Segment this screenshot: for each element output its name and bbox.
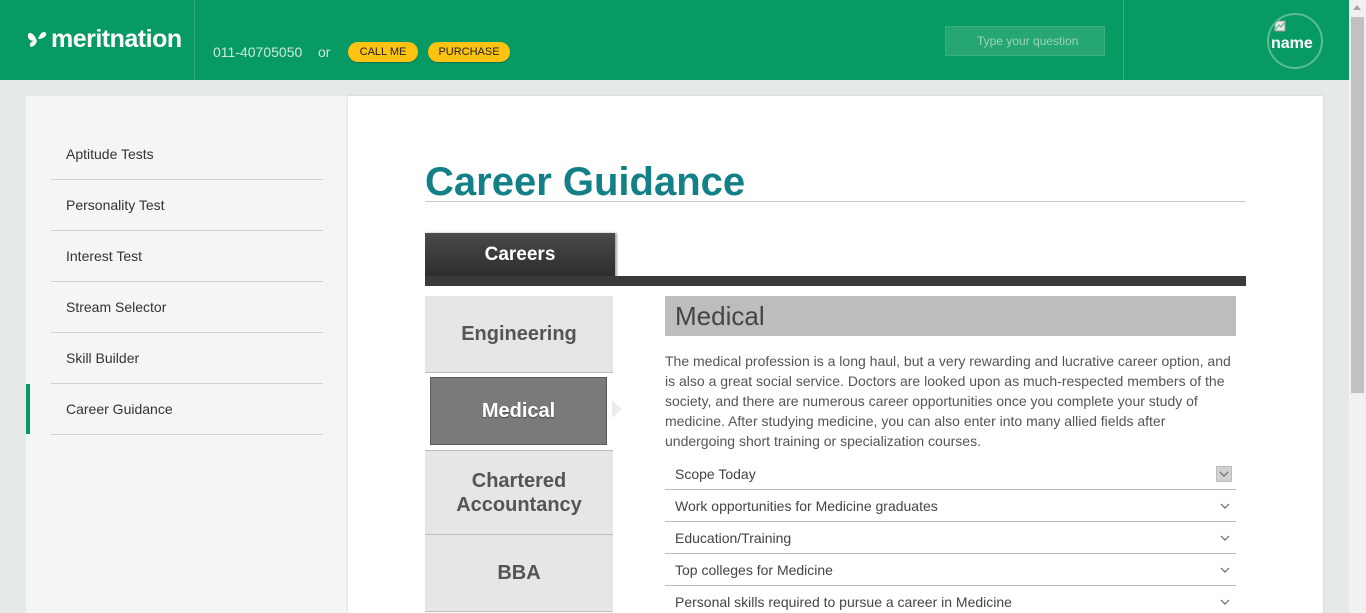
career-item-engineering[interactable]: Engineering <box>425 296 613 373</box>
scroll-up-arrow-icon[interactable] <box>1353 5 1361 10</box>
sidebar-item-interest-test[interactable]: Interest Test <box>51 231 323 282</box>
chevron-down-icon[interactable] <box>1218 595 1232 609</box>
accordion-item-label: Personal skills required to pursue a car… <box>675 593 1012 610</box>
purchase-button[interactable]: PURCHASE <box>428 42 510 62</box>
sidebar: Aptitude Tests Personality Test Interest… <box>26 96 348 613</box>
main-content: Career Guidance Careers Engineering Medi… <box>348 96 1323 613</box>
scrollbar-thumb[interactable] <box>1351 17 1364 393</box>
vertical-scrollbar[interactable] <box>1349 0 1366 613</box>
title-divider <box>425 201 1246 202</box>
career-detail-heading: Medical <box>665 296 1236 336</box>
sidebar-menu: Aptitude Tests Personality Test Interest… <box>51 129 323 435</box>
accordion-item-scope-today[interactable]: Scope Today <box>665 462 1236 490</box>
chevron-down-icon[interactable] <box>1218 499 1232 513</box>
chevron-down-icon[interactable] <box>1216 466 1232 482</box>
call-me-button[interactable]: CALL ME <box>348 42 418 62</box>
career-accordion: Scope Today Work opportunities for Medic… <box>665 462 1236 613</box>
career-detail: Medical The medical profession is a long… <box>665 296 1236 613</box>
or-label: or <box>318 44 331 60</box>
chevron-down-icon[interactable] <box>1218 531 1232 545</box>
question-search-input[interactable] <box>945 26 1105 56</box>
career-item-bba[interactable]: BBA <box>425 535 613 612</box>
sidebar-active-indicator <box>26 384 30 434</box>
accordion-item-work-opportunities[interactable]: Work opportunities for Medicine graduate… <box>665 490 1236 522</box>
butterfly-icon <box>27 31 47 47</box>
accordion-item-label: Work opportunities for Medicine graduate… <box>675 497 938 514</box>
sidebar-item-career-guidance[interactable]: Career Guidance <box>51 384 323 435</box>
sidebar-item-personality-test[interactable]: Personality Test <box>51 180 323 231</box>
user-avatar[interactable]: name <box>1267 13 1323 69</box>
accordion-item-personal-skills[interactable]: Personal skills required to pursue a car… <box>665 586 1236 613</box>
selected-pointer-icon <box>612 400 622 418</box>
broken-image-icon <box>1274 20 1286 32</box>
header-divider-right <box>1123 0 1124 80</box>
header-divider <box>194 0 195 80</box>
phone-number: 011-40705050 <box>213 44 303 60</box>
accordion-item-label: Education/Training <box>675 529 792 546</box>
career-item-chartered-accountancy[interactable]: Chartered Accountancy <box>425 451 613 535</box>
tab-careers[interactable]: Careers <box>425 233 615 277</box>
career-list: Engineering Medical Chartered Accountanc… <box>425 296 622 612</box>
sidebar-item-skill-builder[interactable]: Skill Builder <box>51 333 323 384</box>
career-item-medical[interactable]: Medical <box>425 373 613 451</box>
accordion-item-label: Top colleges for Medicine <box>675 561 833 578</box>
page-title: Career Guidance <box>425 160 746 204</box>
career-item-medical-label: Medical <box>430 377 607 445</box>
accordion-item-education-training[interactable]: Education/Training <box>665 522 1236 554</box>
chevron-down-icon[interactable] <box>1218 563 1232 577</box>
career-description: The medical profession is a long haul, b… <box>665 353 1231 449</box>
sidebar-item-aptitude-tests[interactable]: Aptitude Tests <box>51 129 323 180</box>
accordion-item-top-colleges[interactable]: Top colleges for Medicine <box>665 554 1236 586</box>
tab-bar-band <box>425 276 1246 286</box>
accordion-item-label: Scope Today <box>675 466 756 482</box>
logo-text: meritnation <box>51 24 182 53</box>
top-header: meritnation 011-40705050 or CALL ME PURC… <box>0 0 1349 80</box>
sidebar-item-stream-selector[interactable]: Stream Selector <box>51 282 323 333</box>
meritnation-logo[interactable]: meritnation <box>25 22 182 56</box>
avatar-alt-text: name <box>1271 35 1313 52</box>
